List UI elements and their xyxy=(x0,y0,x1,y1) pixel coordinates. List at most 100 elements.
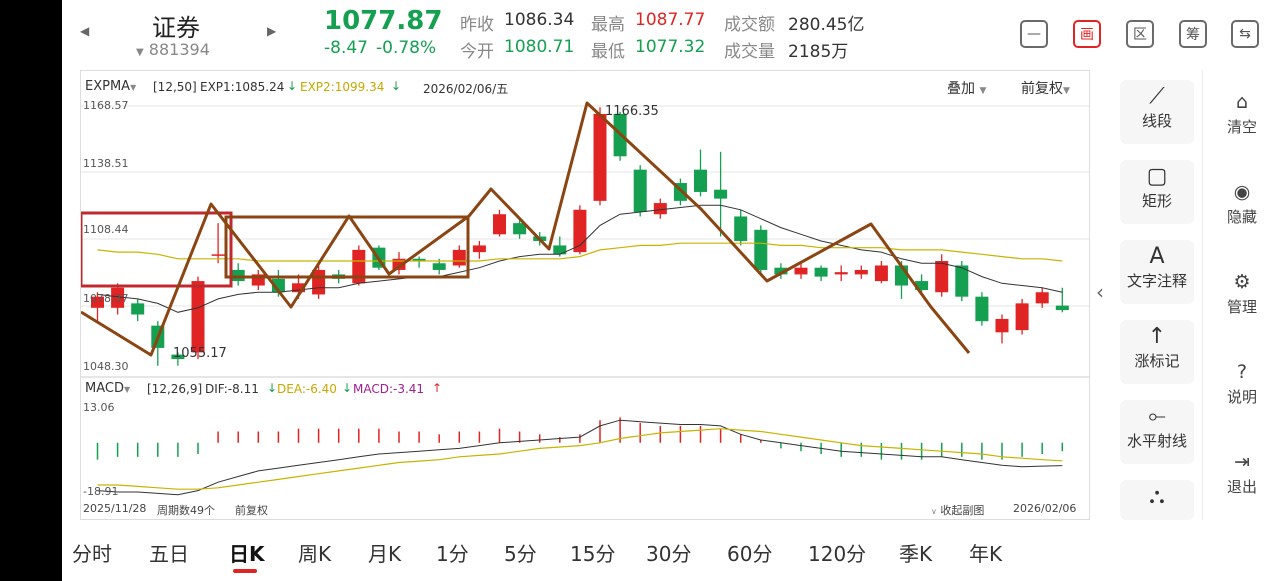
dea-down-icon: ↓ xyxy=(342,381,353,395)
tab-4[interactable]: 月K xyxy=(368,538,401,567)
tool-label: 矩形 xyxy=(1141,192,1172,210)
period-count: 周期数49个 xyxy=(157,504,215,517)
candle xyxy=(493,214,506,235)
tool-more[interactable]: ⛬ xyxy=(1120,480,1194,520)
start-date: 2025/11/28 xyxy=(83,502,147,515)
stat-value: 1080.71 xyxy=(504,37,575,57)
overlay-button[interactable]: 叠加 ▼ xyxy=(947,78,986,98)
eye-icon: ◉ xyxy=(1233,181,1251,203)
exp2-value: EXP2:1099.34 xyxy=(300,80,385,94)
help-icon: ? xyxy=(1236,361,1248,383)
tab-8[interactable]: 30分 xyxy=(646,538,691,567)
macd-up-icon: ↑ xyxy=(432,381,443,395)
price-change: -8.47 xyxy=(324,38,368,58)
tab-3[interactable]: 周K xyxy=(298,538,331,567)
segment-icon: ⟋ xyxy=(1149,84,1165,109)
tool-label: 涨标记 xyxy=(1134,352,1180,370)
footer-adjust: 前复权 xyxy=(235,504,268,517)
chart-container[interactable]: EXPMA▼ [12,50] EXP1:1085.24 ↓ EXP2:1099.… xyxy=(80,70,1090,520)
action-label: 说明 xyxy=(1226,388,1257,406)
minimize-icon[interactable]: — xyxy=(1020,20,1048,48)
tab-6[interactable]: 5分 xyxy=(504,538,537,567)
adjust-button[interactable]: 前复权▼ xyxy=(1021,78,1070,98)
draw-icon[interactable]: 画 xyxy=(1073,20,1101,48)
tab-2[interactable]: 日K xyxy=(229,538,265,567)
tool-horizontal-ray[interactable]: ⟜ 水平射线 xyxy=(1120,400,1194,464)
tab-12[interactable]: 年K xyxy=(969,538,1002,567)
indicator-name: EXPMA xyxy=(85,79,131,94)
macd-dropdown-icon: ▼ xyxy=(123,385,131,394)
action-label: 管理 xyxy=(1226,298,1257,316)
candle xyxy=(131,303,145,315)
candle xyxy=(975,296,989,322)
next-stock-arrow[interactable]: ▶ xyxy=(267,24,276,38)
indicator-params: [12,50] xyxy=(153,80,197,94)
price-change-pct: -0.78% xyxy=(376,38,437,58)
rectangle-icon: ▢ xyxy=(1146,164,1168,189)
macd-y-max: 13.06 xyxy=(83,401,115,414)
stock-code-row[interactable]: ▼ 881394 xyxy=(136,40,210,59)
tab-7[interactable]: 15分 xyxy=(570,538,615,567)
stat-label: 最低 xyxy=(591,42,625,62)
app-window: ◀ 证券 ▼ 881394 ▶ 1077.87 -8.47 -0.78% 昨收 1… xyxy=(62,0,1280,581)
exit-button[interactable]: ⇥ 退出 xyxy=(1212,448,1272,497)
clear-button[interactable]: ⌂ 清空 xyxy=(1212,88,1272,137)
tab-11[interactable]: 季K xyxy=(899,538,932,567)
y-tick-2: 1108.44 xyxy=(83,223,129,236)
tab-5[interactable]: 1分 xyxy=(436,538,469,567)
stat-label: 今开 xyxy=(460,42,494,62)
y-tick-0: 1168.57 xyxy=(83,99,129,112)
action-label: 退出 xyxy=(1226,478,1257,496)
tab-9[interactable]: 60分 xyxy=(727,538,772,567)
tool-segment[interactable]: ⟋ 线段 xyxy=(1120,80,1194,144)
tab-0[interactable]: 分时 xyxy=(72,538,112,567)
tool-rectangle[interactable]: ▢ 矩形 xyxy=(1120,160,1194,224)
candle xyxy=(935,261,949,293)
hide-button[interactable]: ◉ 隐藏 xyxy=(1212,178,1272,227)
chips-icon[interactable]: 筹 xyxy=(1179,20,1207,48)
candle xyxy=(874,265,888,282)
macd-y-min: -18.91 xyxy=(83,485,119,498)
divider xyxy=(1202,70,1203,520)
kline-chart[interactable] xyxy=(81,71,1089,519)
tool-up-mark[interactable]: ↑ 涨标记 xyxy=(1120,320,1194,384)
tool-label: 水平射线 xyxy=(1126,432,1187,450)
tab-1[interactable]: 五日 xyxy=(149,538,189,567)
expand-periods-button[interactable] xyxy=(1172,534,1272,566)
prev-stock-arrow[interactable]: ◀ xyxy=(80,24,89,38)
candle xyxy=(1015,303,1029,331)
indicator-select[interactable]: EXPMA▼ xyxy=(85,79,136,94)
rotate-device-icon[interactable]: ⇆ xyxy=(1231,20,1259,48)
current-price: 1077.87 xyxy=(324,6,443,36)
tool-label: 文字注释 xyxy=(1126,272,1187,290)
candle xyxy=(734,216,748,241)
candle xyxy=(191,281,205,353)
stock-code: 881394 xyxy=(148,40,210,59)
exp1-down-icon: ↓ xyxy=(287,79,298,93)
macd-params: [12,26,9] xyxy=(147,382,203,396)
candle xyxy=(1055,305,1069,311)
stat-value: 280.45亿 xyxy=(788,15,865,35)
macd-select[interactable]: MACD▼ xyxy=(85,381,130,396)
y-tick-1: 1138.51 xyxy=(83,157,129,170)
collapse-icon: ∨ xyxy=(931,507,937,516)
collapse-tools-arrow[interactable]: ‹ xyxy=(1096,280,1104,304)
range-icon[interactable]: 区 xyxy=(1126,20,1154,48)
overlay-dropdown-icon: ▼ xyxy=(979,86,987,96)
candle xyxy=(714,189,728,199)
tab-10[interactable]: 120分 xyxy=(808,538,866,567)
candle xyxy=(754,229,768,270)
tool-text[interactable]: A 文字注释 xyxy=(1120,240,1194,304)
text-icon: A xyxy=(1149,244,1165,269)
help-button[interactable]: ? 说明 xyxy=(1212,358,1272,407)
adjust-dropdown-icon: ▼ xyxy=(1063,86,1070,96)
high-price-label: 1166.35 xyxy=(605,104,659,119)
manage-button[interactable]: ⚙ 管理 xyxy=(1212,268,1272,317)
tool-label: 线段 xyxy=(1141,112,1172,130)
candle xyxy=(834,272,848,275)
adjust-label: 前复权 xyxy=(1021,81,1063,97)
dif-value: DIF:-8.11 xyxy=(205,382,259,396)
action-label: 隐藏 xyxy=(1226,208,1257,226)
collapse-subchart-button[interactable]: ∨ 收起副图 xyxy=(931,502,984,518)
overlay-label: 叠加 xyxy=(947,81,975,97)
